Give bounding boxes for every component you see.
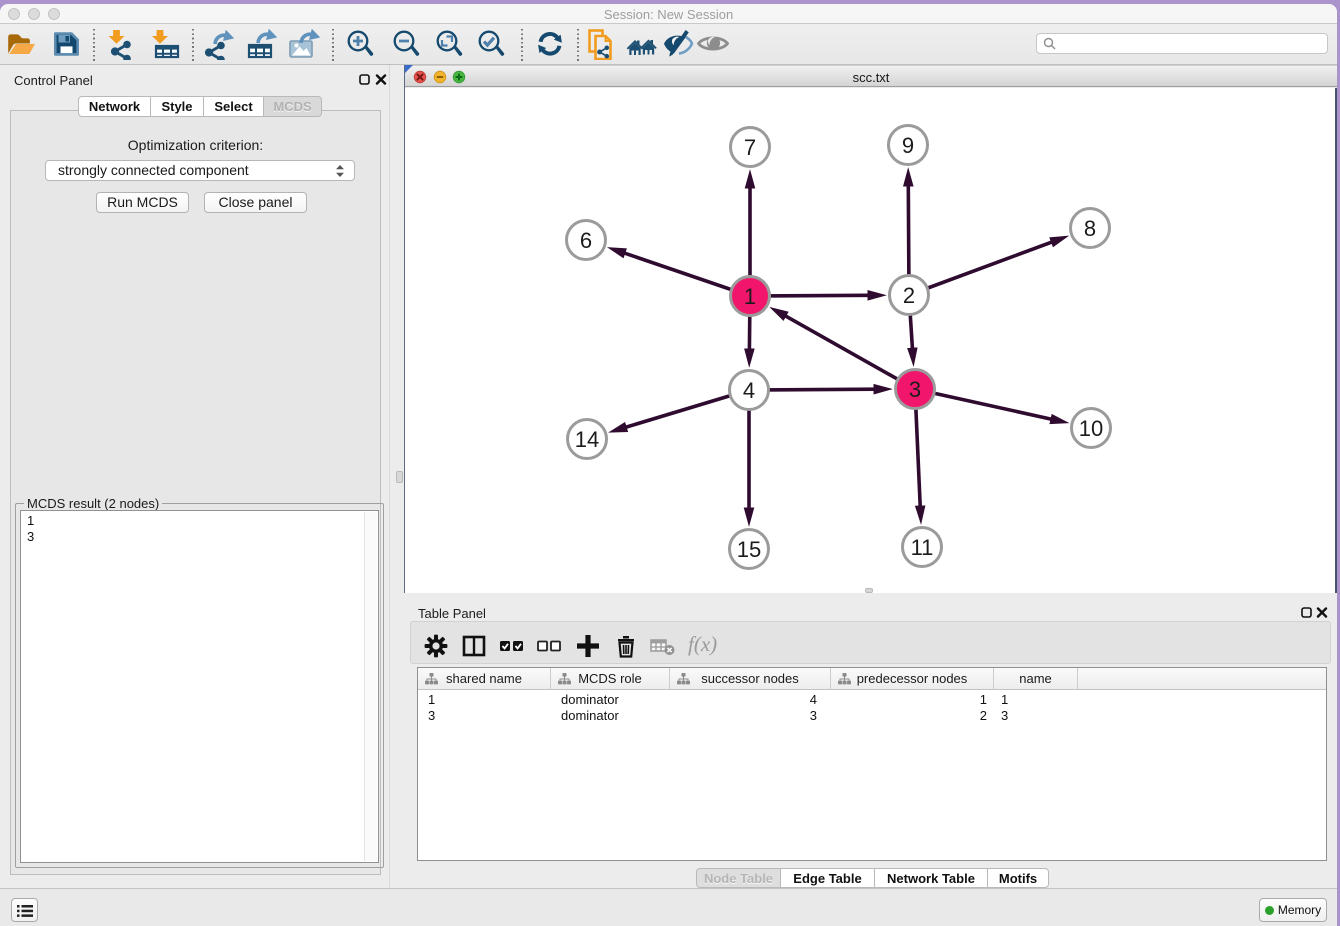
svg-text:7: 7: [744, 135, 756, 160]
svg-text:8: 8: [1084, 216, 1096, 241]
svg-text:11: 11: [911, 535, 934, 560]
svg-text:4: 4: [743, 378, 755, 403]
svg-text:14: 14: [575, 427, 599, 452]
svg-text:10: 10: [1079, 416, 1103, 441]
svg-text:15: 15: [737, 537, 761, 562]
svg-text:9: 9: [902, 133, 914, 158]
svg-text:3: 3: [909, 377, 921, 402]
svg-text:1: 1: [744, 284, 756, 309]
svg-text:6: 6: [580, 228, 592, 253]
svg-text:2: 2: [903, 283, 915, 308]
